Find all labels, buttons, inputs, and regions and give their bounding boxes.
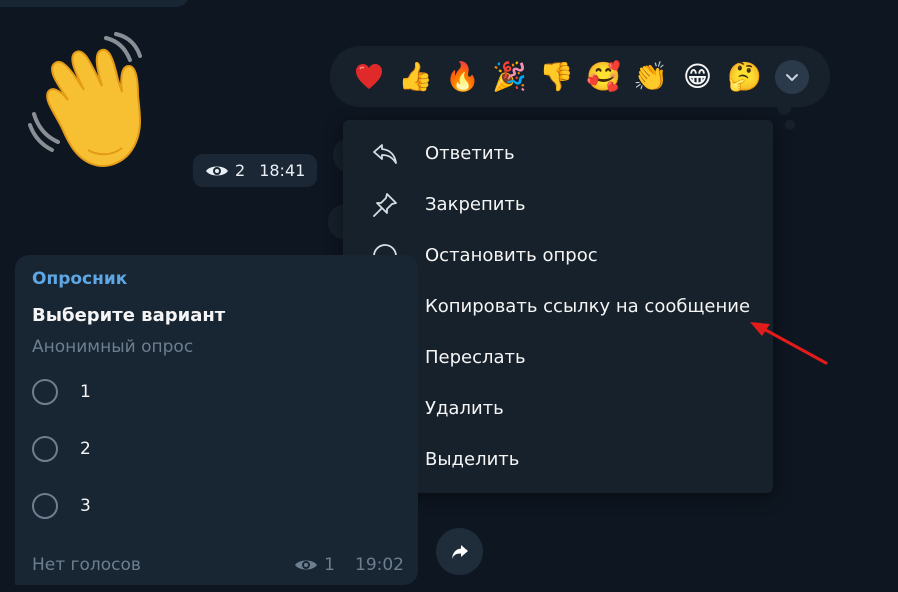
poll-option[interactable]: 3 (32, 477, 401, 534)
radio-button[interactable] (32, 378, 58, 405)
poll-time: 19:02 (355, 555, 404, 575)
menu-item-label: Выделить (425, 449, 520, 470)
poll-votes-text: Нет голосов (32, 555, 141, 575)
reaction-smiling-face-with-hearts[interactable]: 🥰 (581, 54, 626, 99)
previous-message-bubble (0, 0, 190, 7)
reaction-clapping-hands[interactable]: 👏 (628, 54, 673, 99)
poll-views-count: 1 (324, 555, 335, 575)
poll-question: Выберите вариант (32, 305, 226, 326)
reaction-fire[interactable]: 🔥 (440, 54, 485, 99)
views-eye-icon (295, 560, 318, 570)
menu-item-label: Остановить опрос (425, 245, 598, 266)
views-eye-icon (206, 166, 228, 175)
reactions-bar: 👍 🔥 🎉 👎 🥰 👏 😁 🤔 (330, 46, 830, 107)
reaction-heart[interactable] (346, 54, 391, 99)
reactions-tail-dot (777, 101, 791, 115)
expand-reactions-button[interactable] (775, 59, 809, 94)
menu-item-label: Закрепить (425, 194, 526, 215)
red-arrow-annotation (750, 322, 828, 365)
poll-option-label: 2 (80, 438, 91, 459)
chevron-down-icon (786, 73, 798, 81)
radio-button[interactable] (32, 492, 58, 519)
poll-option-label: 1 (80, 381, 91, 402)
reactions-tail-dot (785, 120, 795, 130)
heart-icon (355, 63, 382, 89)
waving-hand-sticker[interactable] (28, 30, 178, 175)
poll-type: Анонимный опрос (32, 337, 194, 357)
menu-item-label: Переслать (425, 347, 526, 368)
radio-button[interactable] (32, 435, 58, 462)
menu-item-reply[interactable]: Ответить (343, 128, 773, 179)
reaction-party-popper[interactable]: 🎉 (487, 54, 532, 99)
reaction-thumbs-up[interactable]: 👍 (393, 54, 438, 99)
poll-footer: Нет голосов 1 19:02 (32, 551, 404, 579)
forward-message-button[interactable] (436, 528, 483, 575)
poll-option-label: 3 (80, 495, 91, 516)
reaction-thinking-face[interactable]: 🤔 (722, 54, 767, 99)
sticker-meta: 2 18:41 (193, 154, 318, 187)
reaction-thumbs-down[interactable]: 👎 (534, 54, 579, 99)
poll-sender-name[interactable]: Опросник (32, 269, 401, 295)
pin-icon (369, 189, 401, 221)
poll-option[interactable]: 2 (32, 420, 401, 477)
menu-item-label: Удалить (425, 398, 504, 419)
poll-meta: 1 19:02 (294, 555, 404, 575)
waving-hand-icon (28, 32, 142, 167)
reaction-grinning-face[interactable]: 😁 (675, 54, 720, 99)
menu-item-label: Ответить (425, 143, 515, 164)
share-arrow-icon (451, 544, 468, 559)
sticker-time: 18:41 (259, 161, 306, 180)
poll-message: Опросник Выберите вариант Анонимный опро… (15, 255, 418, 585)
menu-item-pin[interactable]: Закрепить (343, 179, 773, 230)
sticker-views-count: 2 (235, 161, 246, 180)
reply-icon (369, 138, 401, 170)
menu-item-label: Копировать ссылку на сообщение (425, 296, 751, 317)
poll-option[interactable]: 1 (32, 363, 401, 420)
